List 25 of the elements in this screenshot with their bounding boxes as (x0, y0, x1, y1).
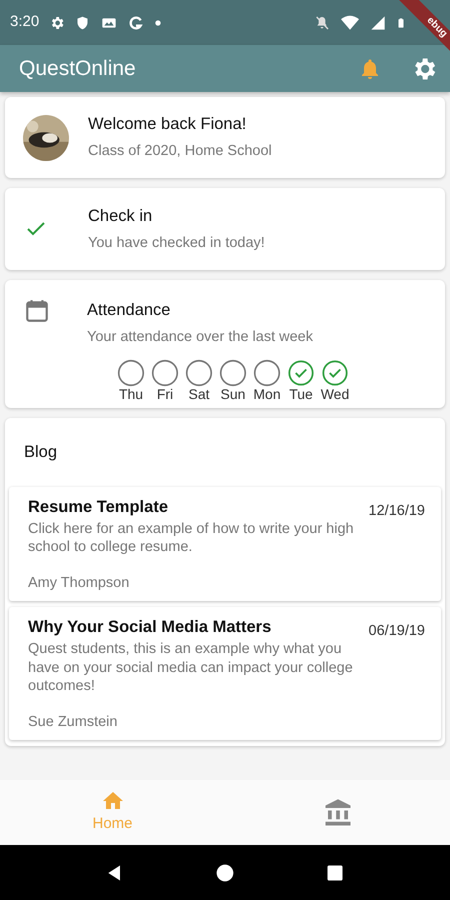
profile-subtitle: Class of 2020, Home School (88, 142, 272, 161)
day-label: Wed (320, 386, 350, 400)
app-title: QuestOnline (19, 56, 137, 82)
post-excerpt: Quest students, this is an example why what you have on your social media can impact your college outcomes! (28, 640, 354, 696)
attendance-subtitle: Your attendance over the last week (87, 328, 313, 347)
day-label: Sun (220, 386, 246, 400)
post-date: 12/16/19 (368, 502, 425, 521)
attendance-title: Attendance (87, 300, 172, 321)
status-time: 3:20 (10, 12, 40, 32)
post-author: Amy Thompson (28, 574, 130, 594)
post-author: Sue Zumstein (28, 713, 118, 732)
check-in-title: Check in (88, 206, 154, 227)
day-label: Thu (118, 386, 144, 400)
post-title: Why Your Social Media Matters (28, 616, 272, 638)
post-date: 06/19/19 (368, 622, 425, 641)
welcome-title: Welcome back Fiona! (88, 114, 248, 136)
day-label: Mon (253, 386, 281, 400)
day-label: Sat (188, 386, 210, 400)
post-excerpt: Click here for an example of how to write your high school to college resume. (28, 520, 355, 558)
day-label: Tue (289, 386, 313, 400)
post-title: Resume Template (28, 496, 169, 518)
check-in-subtitle: You have checked in today! (88, 234, 265, 252)
blog-heading: Blog (24, 442, 58, 463)
blog-post-card[interactable]: Why Your Social Media Matters Quest students, this is an example why what you have on your social media can impact your college outcomes! 06/19/19 Sue Zumstein (9, 606, 441, 740)
day-label: Fri (156, 386, 174, 400)
